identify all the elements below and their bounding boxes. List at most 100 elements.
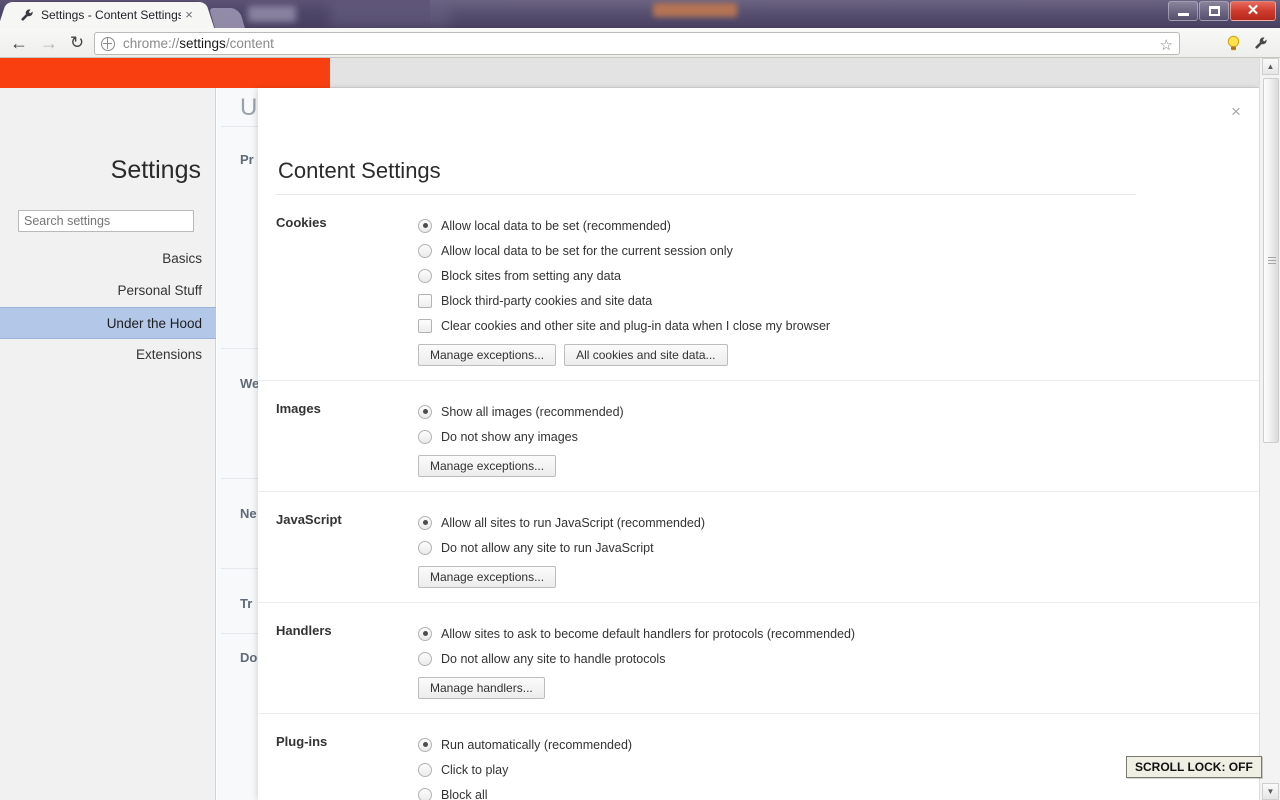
option-row[interactable]: Block sites from setting any data <box>418 263 1260 288</box>
url-host: settings <box>179 36 226 51</box>
titlebar-gloss <box>430 0 1280 28</box>
button-row: Manage exceptions... <box>418 455 1260 477</box>
button-row: Manage exceptions... <box>418 566 1260 588</box>
radio-icon[interactable] <box>418 787 432 800</box>
reload-button[interactable]: ↻ <box>64 31 90 55</box>
titlebar-blurred-item <box>248 6 296 22</box>
tab-left-edge <box>0 2 21 28</box>
radio-icon[interactable] <box>418 651 432 666</box>
background-section-web-content: We <box>240 376 260 391</box>
background-section-translate: Tr <box>240 596 253 611</box>
background-section-privacy: Pr <box>240 152 254 167</box>
forward-button[interactable]: → <box>36 31 62 55</box>
radio-icon[interactable] <box>418 626 432 641</box>
option-row[interactable]: Allow sites to ask to become default han… <box>418 621 1260 646</box>
option-label: Do not allow any site to run JavaScript <box>441 540 654 555</box>
radio-icon[interactable] <box>418 268 432 283</box>
option-label: Show all images (recommended) <box>441 404 624 419</box>
page-content: Settings Basics Personal Stuff Under the… <box>0 58 1280 800</box>
radio-icon[interactable] <box>418 515 432 530</box>
bookmark-star-icon[interactable]: ☆ <box>1160 36 1173 54</box>
option-row[interactable]: Clear cookies and other site and plug-in… <box>418 313 1260 338</box>
checkbox-icon[interactable] <box>418 318 432 333</box>
dialog-close-icon[interactable]: × <box>1226 102 1246 122</box>
radio-icon[interactable] <box>418 404 432 419</box>
back-button[interactable]: ← <box>6 31 32 55</box>
search-input[interactable] <box>18 210 194 232</box>
section-label-cookies: Cookies <box>276 215 327 230</box>
background-section-downloads: Do <box>240 650 258 665</box>
radio-icon[interactable] <box>418 762 432 777</box>
section-images: Images Show all images (recommended) Do … <box>258 380 1260 491</box>
manage-exceptions-button[interactable]: Manage exceptions... <box>418 455 557 477</box>
scrollbar-thumb[interactable] <box>1263 78 1279 443</box>
titlebar-blurred-orange-item <box>653 3 737 17</box>
lightbulb-icon[interactable] <box>1222 32 1244 54</box>
close-window-button[interactable]: ✕ <box>1230 1 1276 21</box>
page-scrollbar[interactable]: ▲ ▼ <box>1259 58 1280 800</box>
option-label: Clear cookies and other site and plug-in… <box>441 318 831 333</box>
search-settings-wrapper <box>18 210 194 232</box>
address-bar[interactable]: chrome://settings/content ☆ <box>94 32 1180 55</box>
manage-exceptions-button[interactable]: Manage exceptions... <box>418 344 557 366</box>
minimize-button[interactable] <box>1168 1 1198 21</box>
dialog-body[interactable]: Cookies Allow local data to be set (reco… <box>258 195 1260 800</box>
option-label: Do not allow any site to handle protocol… <box>441 651 666 666</box>
sidebar-item-personal-stuff[interactable]: Personal Stuff <box>0 275 216 307</box>
option-row[interactable]: Allow local data to be set for the curre… <box>418 238 1260 263</box>
status-badge: SCROLL LOCK: OFF <box>1126 756 1262 778</box>
section-fields-images: Show all images (recommended) Do not sho… <box>418 399 1260 477</box>
chrome-menu-wrench-icon[interactable] <box>1250 32 1272 54</box>
sidebar-item-under-the-hood[interactable]: Under the Hood <box>0 307 216 339</box>
scroll-down-arrow-icon[interactable]: ▼ <box>1262 783 1279 800</box>
option-label: Click to play <box>441 762 509 777</box>
maximize-button[interactable] <box>1199 1 1229 21</box>
option-row[interactable]: Do not allow any site to run JavaScript <box>418 535 1260 560</box>
titlebar-blur-sheen <box>330 0 450 26</box>
option-row[interactable]: Run automatically (recommended) <box>418 732 1260 757</box>
scrollbar-grip-icon <box>1268 256 1276 265</box>
option-label: Allow all sites to run JavaScript (recom… <box>441 515 705 530</box>
option-label: Run automatically (recommended) <box>441 737 633 752</box>
option-row[interactable]: Allow local data to be set (recommended) <box>418 213 1260 238</box>
checkbox-icon[interactable] <box>418 293 432 308</box>
section-fields-handlers: Allow sites to ask to become default han… <box>418 621 1260 699</box>
sidebar-item-basics[interactable]: Basics <box>0 243 216 275</box>
browser-window: Settings - Content Settings × ✕ ← → ↻ ch… <box>0 0 1280 800</box>
button-row: Manage exceptions... All cookies and sit… <box>418 344 1260 366</box>
window-controls: ✕ <box>1167 1 1276 23</box>
radio-icon[interactable] <box>418 243 432 258</box>
option-label: Allow sites to ask to become default han… <box>441 626 856 641</box>
section-cookies: Cookies Allow local data to be set (reco… <box>258 195 1260 380</box>
option-row[interactable]: Do not show any images <box>418 424 1260 449</box>
option-label: Do not show any images <box>441 429 578 444</box>
section-fields-cookies: Allow local data to be set (recommended)… <box>418 213 1260 366</box>
all-cookies-and-site-data-button[interactable]: All cookies and site data... <box>564 344 728 366</box>
section-label-javascript: JavaScript <box>276 512 342 527</box>
sidebar-item-extensions[interactable]: Extensions <box>0 339 216 371</box>
option-row[interactable]: Do not allow any site to handle protocol… <box>418 646 1260 671</box>
radio-icon[interactable] <box>418 218 432 233</box>
radio-icon[interactable] <box>418 737 432 752</box>
manage-handlers-button[interactable]: Manage handlers... <box>418 677 545 699</box>
option-row[interactable]: Block third-party cookies and site data <box>418 288 1260 313</box>
option-row[interactable]: Allow all sites to run JavaScript (recom… <box>418 510 1260 535</box>
radio-icon[interactable] <box>418 429 432 444</box>
scroll-up-arrow-icon[interactable]: ▲ <box>1262 58 1279 75</box>
globe-icon <box>101 36 115 51</box>
button-row: Manage handlers... <box>418 677 1260 699</box>
new-tab-button[interactable] <box>209 8 245 28</box>
option-label: Allow local data to be set for the curre… <box>441 243 733 258</box>
manage-exceptions-button[interactable]: Manage exceptions... <box>418 566 557 588</box>
tab-close-icon[interactable]: × <box>182 8 196 22</box>
section-label-images: Images <box>276 401 321 416</box>
browser-tab-active[interactable]: Settings - Content Settings × <box>0 2 215 28</box>
browser-toolbar: ← → ↻ chrome://settings/content ☆ <box>0 28 1280 58</box>
minimize-icon <box>1177 12 1189 16</box>
radio-icon[interactable] <box>418 540 432 555</box>
wrench-icon <box>21 9 33 21</box>
option-row[interactable]: Show all images (recommended) <box>418 399 1260 424</box>
option-row[interactable]: Block all <box>418 782 1260 800</box>
url-path: /content <box>225 36 274 51</box>
section-javascript: JavaScript Allow all sites to run JavaSc… <box>258 491 1260 602</box>
